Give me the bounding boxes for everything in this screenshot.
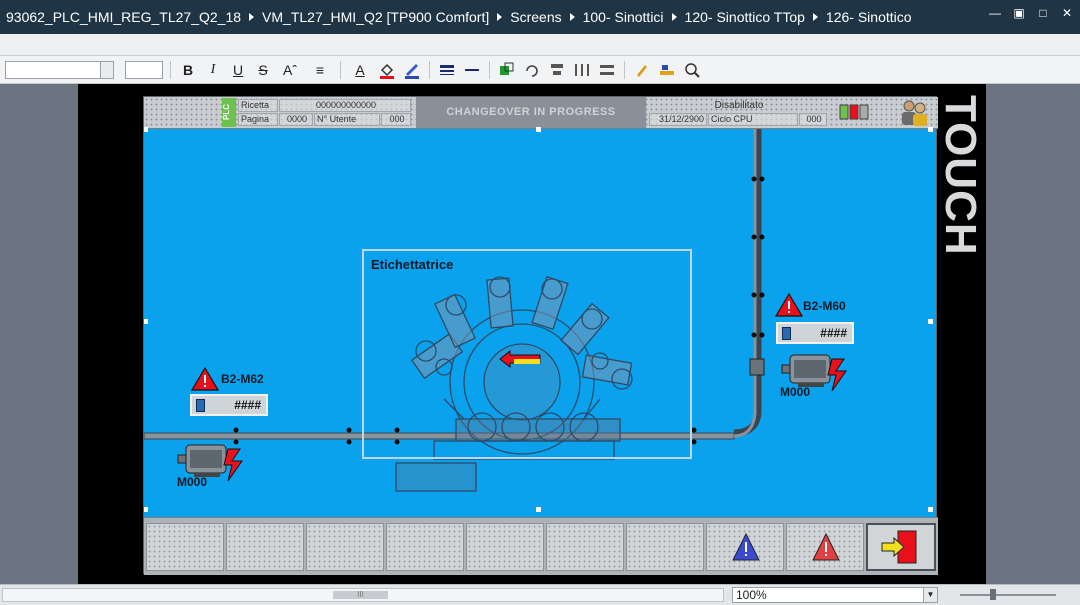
function-key-7[interactable] (626, 523, 704, 571)
restore-icon[interactable]: ▣ (1012, 6, 1026, 20)
motor-b2-m62-label: B2-M62 (221, 372, 264, 386)
horizontal-scrollbar[interactable]: III (2, 588, 724, 602)
motor-b2-m60-value[interactable]: #### (776, 322, 854, 344)
window-controls: — ▣ □ ✕ (988, 6, 1074, 20)
selection-handle (928, 127, 933, 132)
font-family-select[interactable] (5, 60, 101, 79)
chevron-right-icon (497, 13, 503, 21)
selection-handle (536, 507, 541, 512)
chevron-right-icon (812, 13, 818, 21)
text-align-button[interactable]: ≡ (307, 60, 333, 80)
status-bar: III 100% ▼ (0, 584, 1080, 605)
same-size-icon[interactable] (597, 60, 617, 80)
exit-door-icon (881, 530, 917, 564)
motor-b2-m62-value-text: #### (234, 398, 261, 412)
format-painter-icon[interactable] (632, 60, 652, 80)
font-color-button[interactable]: A (348, 60, 372, 80)
text-format-icon[interactable] (657, 60, 677, 80)
font-size-increase-button[interactable]: Aˆ (278, 60, 302, 80)
bold-button[interactable]: B (178, 60, 198, 80)
fill-color-icon[interactable] (377, 60, 397, 80)
warning-b2-m60-icon (774, 292, 804, 317)
toolbar-divider (170, 60, 171, 79)
toolbar-divider (624, 60, 625, 79)
device-touch-label: TOUCH (936, 95, 985, 256)
zoom-value: 100% (736, 588, 767, 602)
motor-b2-m60-label: B2-M60 (803, 299, 846, 313)
exit-button[interactable] (866, 523, 936, 571)
motor-b2-m62-name: M000 (177, 475, 208, 489)
scrollbar-thumb[interactable]: III (333, 591, 388, 599)
selection-handle (144, 127, 148, 132)
selection-handle (144, 507, 148, 512)
breadcrumb-folder-ttop[interactable]: 120- Sinottico TTop (685, 9, 805, 25)
strikethrough-button[interactable]: S (253, 60, 273, 80)
zoom-slider-handle[interactable] (990, 589, 996, 600)
warning-blue-icon (732, 532, 760, 561)
warning-red-icon (812, 532, 840, 561)
maximize-icon[interactable]: □ (1036, 6, 1050, 20)
chevron-down-icon[interactable]: ▼ (923, 588, 937, 602)
minimize-icon[interactable]: — (988, 6, 1002, 20)
line-color-icon[interactable] (402, 60, 422, 80)
format-toolbar: B I U S Aˆ ≡ A (0, 56, 1080, 84)
selection-handle (928, 507, 933, 512)
function-key-bar (144, 517, 938, 575)
breadcrumb-device[interactable]: VM_TL27_HMI_Q2 [TP900 Comfort] (262, 9, 489, 25)
breadcrumb: 93062_PLC_HMI_REG_TL27_Q2_18 VM_TL27_HMI… (0, 0, 1080, 34)
breadcrumb-screens[interactable]: Screens (510, 9, 561, 25)
selection-handle (928, 319, 933, 324)
distribute-icon[interactable] (572, 60, 592, 80)
font-family-dropdown-icon[interactable] (100, 60, 114, 79)
breadcrumb-screen[interactable]: 126- Sinottico (826, 9, 912, 25)
io-field-icon (196, 399, 205, 412)
function-key-2[interactable] (226, 523, 304, 571)
close-icon[interactable]: ✕ (1060, 6, 1074, 20)
chevron-right-icon (671, 13, 677, 21)
font-size-select[interactable] (125, 60, 163, 79)
function-key-1[interactable] (146, 523, 224, 571)
function-key-5[interactable] (466, 523, 544, 571)
function-key-6[interactable] (546, 523, 624, 571)
chevron-right-icon (569, 13, 575, 21)
breadcrumb-folder-sinottici[interactable]: 100- Sinottici (583, 9, 664, 25)
function-key-alarms[interactable] (786, 523, 864, 571)
selection-handle (144, 319, 148, 324)
zoom-select[interactable]: 100% ▼ (732, 587, 938, 603)
function-key-3[interactable] (306, 523, 384, 571)
line-width-icon[interactable] (437, 60, 457, 80)
machine-title: Etichettatrice (371, 257, 454, 272)
motor-b2-m60-value-text: #### (820, 326, 847, 340)
function-key-warnings[interactable] (706, 523, 784, 571)
zoom-selection-icon[interactable] (682, 60, 702, 80)
function-key-4[interactable] (386, 523, 464, 571)
line-style-icon[interactable] (462, 60, 482, 80)
rotate-icon[interactable] (522, 60, 542, 80)
underline-button[interactable]: U (228, 60, 248, 80)
hmi-screen[interactable]: PLC Ricetta 000000000000 Pagina 0000 N° … (143, 96, 938, 575)
motor-b2-m60-name: M000 (780, 385, 811, 399)
warning-b2-m62-icon (190, 366, 220, 391)
chevron-right-icon (249, 13, 255, 21)
selection-handle (536, 127, 541, 132)
toolbar-divider (340, 60, 341, 79)
group-objects-icon[interactable] (497, 60, 517, 80)
io-field-icon (782, 327, 791, 340)
editor-tab-strip (0, 34, 1080, 56)
toolbar-divider (489, 60, 490, 79)
motor-b2-m62-value[interactable]: #### (190, 394, 268, 416)
align-objects-icon[interactable] (547, 60, 567, 80)
italic-button[interactable]: I (203, 60, 223, 80)
toolbar-divider (429, 60, 430, 79)
breadcrumb-project[interactable]: 93062_PLC_HMI_REG_TL27_Q2_18 (6, 9, 241, 25)
labeller-machine-frame[interactable]: Etichettatrice (362, 249, 692, 459)
zoom-slider-track[interactable] (960, 594, 1056, 596)
